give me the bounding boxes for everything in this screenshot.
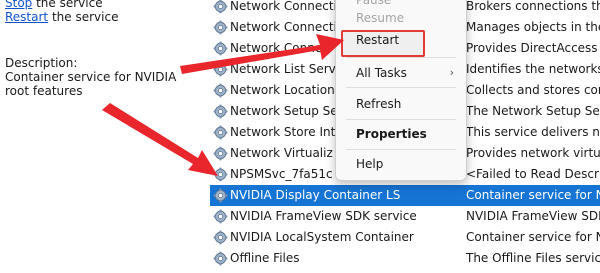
service-gear-icon <box>213 251 228 266</box>
service-row[interactable]: NVIDIA LocalSystem Container Container se… <box>210 227 600 248</box>
context-menu: Pause Resume Restart All Tasks › Refresh… <box>335 0 467 181</box>
service-name: NVIDIA FrameView SDK service <box>230 209 417 223</box>
service-description: Container service for NVID <box>466 188 600 202</box>
service-description: Manages objects in the Net <box>466 20 600 34</box>
menu-separator <box>346 87 456 88</box>
service-description: This service delivers netwo <box>466 125 600 139</box>
service-gear-icon <box>213 209 228 224</box>
service-description: Collects and stores configu <box>466 83 600 97</box>
all-tasks-label: All Tasks <box>356 66 407 80</box>
service-description: Identifies the networks to w <box>466 62 600 76</box>
service-gear-icon <box>213 104 228 119</box>
service-gear-icon <box>213 83 228 98</box>
restart-suffix: the service <box>48 10 119 24</box>
menu-item-all-tasks[interactable]: All Tasks <box>356 62 456 84</box>
service-gear-icon <box>213 62 228 77</box>
menu-separator <box>346 149 456 150</box>
restart-link[interactable]: Restart <box>5 10 48 24</box>
submenu-chevron-icon: › <box>449 66 454 79</box>
service-description: <Failed to Read Description <box>466 167 600 181</box>
description-pane: Stop the service Restart the service Des… <box>0 0 210 244</box>
restart-action: Restart the service <box>5 10 118 24</box>
service-gear-icon <box>213 20 228 35</box>
menu-item-properties[interactable]: Properties <box>356 123 427 145</box>
stop-action: Stop the service <box>5 0 103 10</box>
service-description: Provides network virtualiza <box>466 146 600 160</box>
service-gear-icon <box>213 0 228 14</box>
description-heading: Description: <box>5 56 78 70</box>
service-row[interactable]: NVIDIA Display Container LS Container ser… <box>210 185 600 206</box>
menu-item-help[interactable]: Help <box>356 153 383 175</box>
menu-separator <box>346 57 456 58</box>
service-description: The Network Setup Service <box>466 104 600 118</box>
service-description: The Offline Files service pe <box>466 251 600 265</box>
service-description: Container service for NVID <box>466 230 600 244</box>
description-text: Container service for NVIDIA root featur… <box>5 70 177 98</box>
stop-suffix: the service <box>32 0 103 10</box>
service-name: NVIDIA LocalSystem Container <box>230 230 414 244</box>
service-gear-icon <box>213 167 228 182</box>
service-name: NVIDIA Display Container LS <box>230 188 401 202</box>
service-description: Brokers connections that a <box>466 0 600 13</box>
menu-separator <box>346 119 456 120</box>
service-gear-icon <box>213 41 228 56</box>
menu-item-refresh[interactable]: Refresh <box>356 93 401 115</box>
service-gear-icon <box>213 146 228 161</box>
menu-item-resume: Resume <box>356 11 405 25</box>
service-description: NVIDIA FrameView SDK servi <box>466 209 600 223</box>
stop-link[interactable]: Stop <box>5 0 32 10</box>
service-name: Offline Files <box>230 251 300 265</box>
service-gear-icon <box>213 188 228 203</box>
service-gear-icon <box>213 125 228 140</box>
service-gear-icon <box>213 230 228 245</box>
service-row[interactable]: NVIDIA FrameView SDK service NVIDIA Frame… <box>210 206 600 227</box>
service-row[interactable]: Offline Files The Offline Files service p… <box>210 248 600 269</box>
service-description: Provides DirectAccess statu <box>466 41 600 55</box>
restart-highlight-box <box>341 30 425 57</box>
